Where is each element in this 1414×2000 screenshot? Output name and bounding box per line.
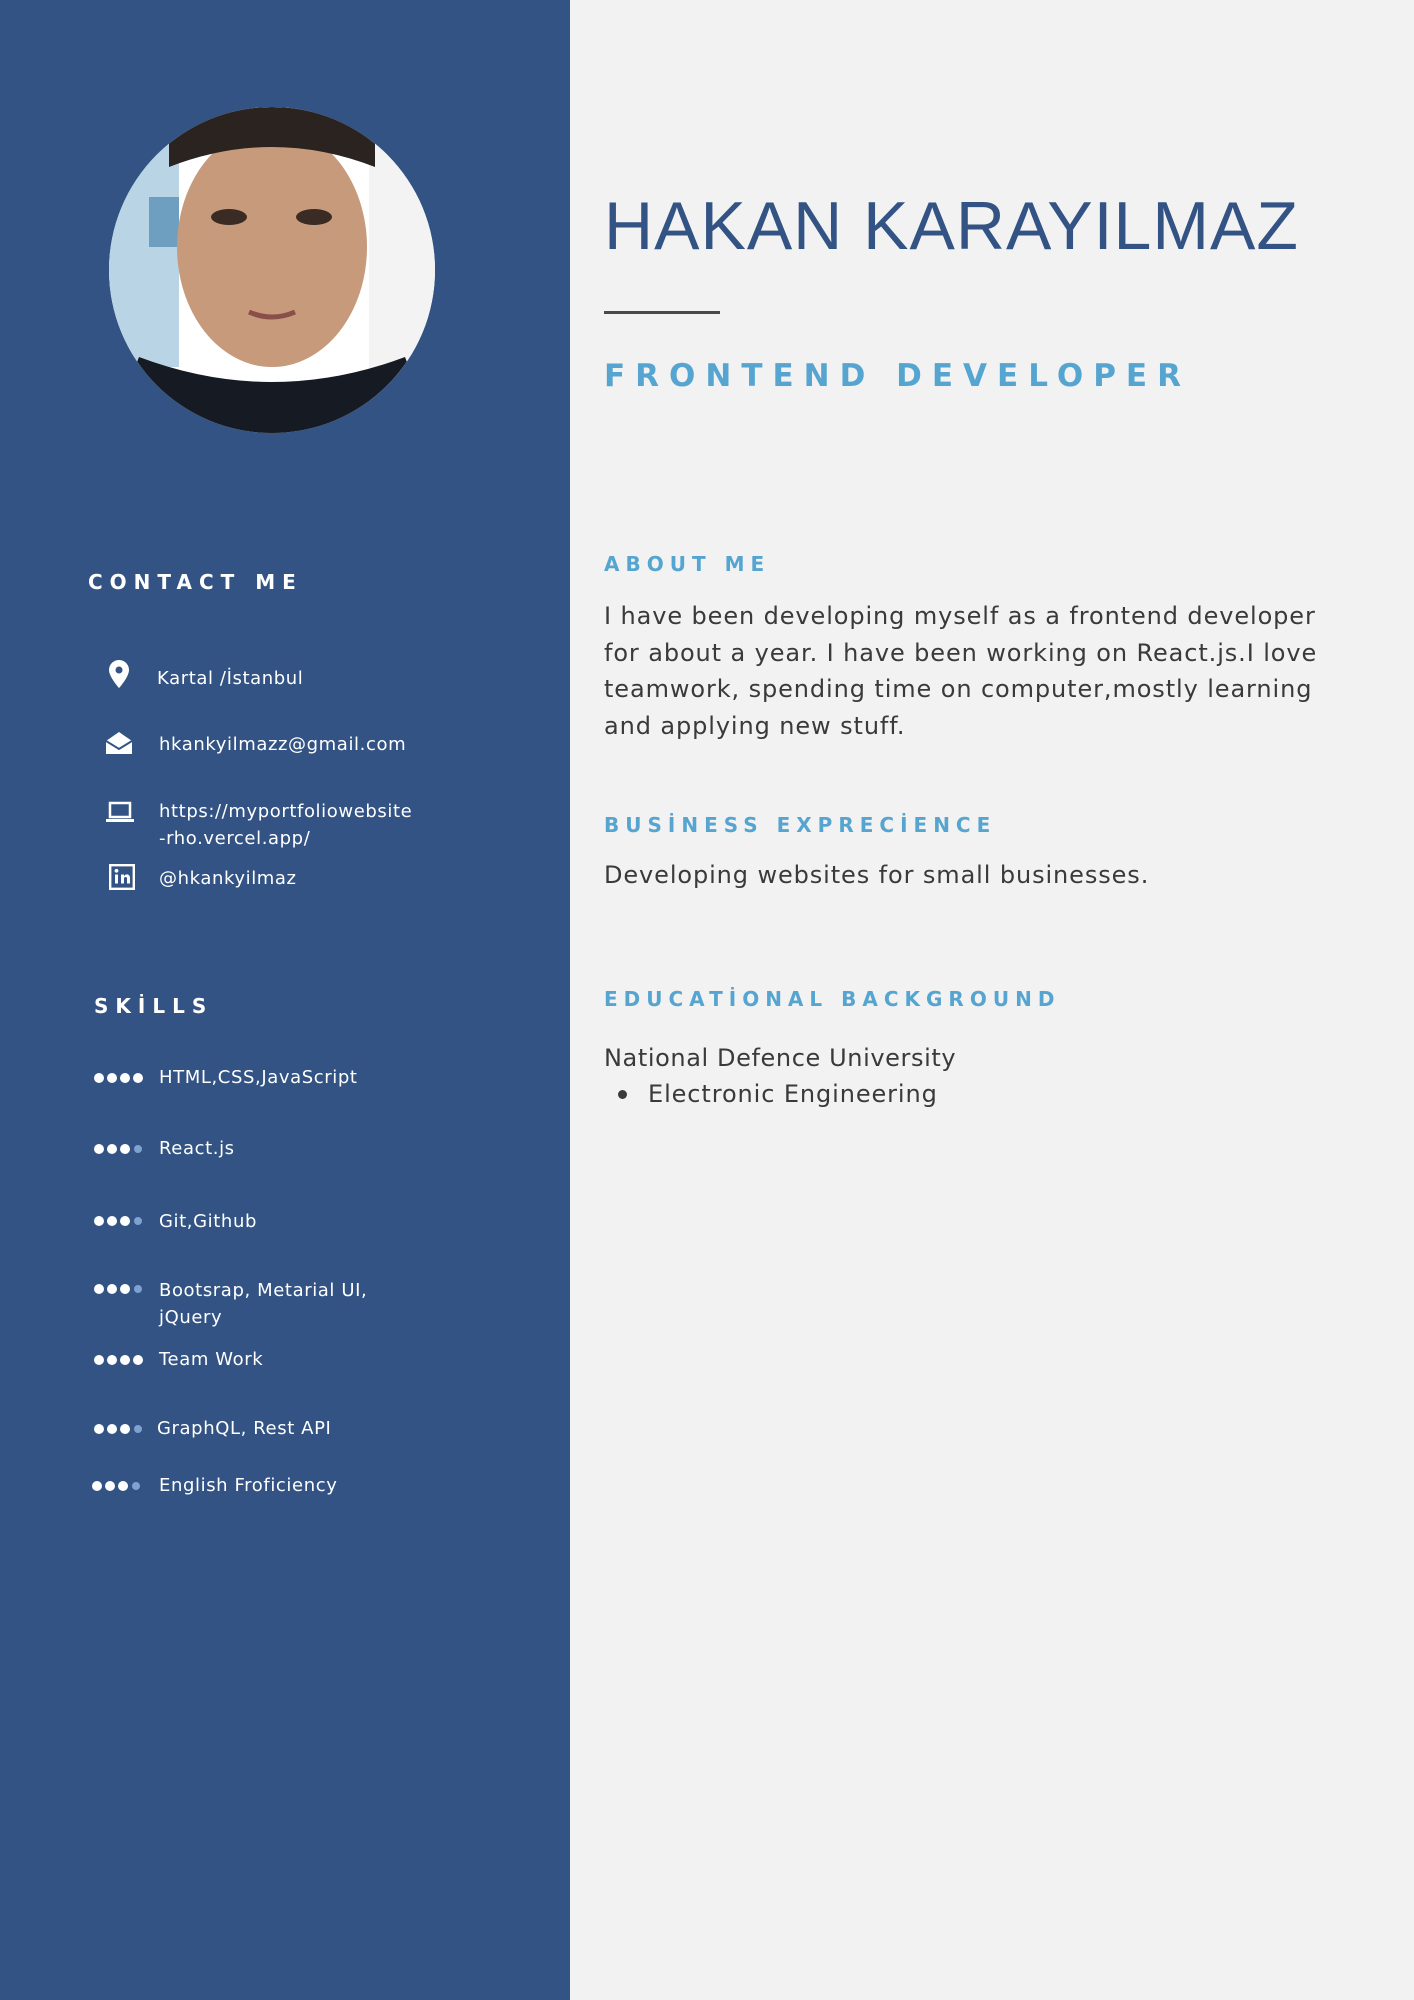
education-heading: EDUCATİONAL BACKGROUND: [604, 987, 1061, 1011]
contact-email[interactable]: hkankyilmazz@gmail.com: [159, 731, 406, 758]
education-item: Electronic Engineering: [604, 1076, 938, 1112]
skill-dot: [107, 1073, 117, 1083]
skill-dot-empty: [134, 1145, 142, 1153]
skill-label: English Froficiency: [159, 1475, 338, 1496]
skill-dot: [94, 1424, 104, 1434]
skill-dot: [120, 1284, 130, 1294]
skill-dot-empty: [132, 1482, 140, 1490]
skill-dot: [105, 1481, 115, 1491]
about-line: I have been developing myself as a front…: [604, 602, 1316, 630]
name-divider: [604, 311, 720, 314]
profile-photo: [109, 107, 435, 433]
contact-website-line2: -rho.vercel.app/: [159, 828, 311, 849]
skill-label: Git,Github: [159, 1211, 257, 1232]
skill-dot: [107, 1355, 117, 1365]
skill-dot: [120, 1216, 130, 1226]
skill-level-dots: [94, 1354, 143, 1366]
about-line: teamwork, spending time on computer,most…: [604, 675, 1313, 703]
business-heading: BUSİNESS EXPRECİENCE: [604, 813, 997, 837]
skill-dot: [94, 1073, 104, 1083]
job-title: FRONTEND DEVELOPER: [604, 358, 1191, 394]
map-pin-icon: [104, 659, 134, 689]
skill-dot: [94, 1216, 104, 1226]
contact-location: Kartal /İstanbul: [157, 668, 304, 689]
skill-dot: [133, 1073, 143, 1083]
skill-level-dots: [94, 1283, 142, 1295]
skill-level-dots: [94, 1215, 142, 1227]
contact-website[interactable]: https://myportfoliowebsite -rho.vercel.a…: [159, 798, 412, 852]
education-list: Electronic Engineering: [604, 1076, 938, 1112]
skill-dot: [120, 1144, 130, 1154]
skill-label: React.js: [159, 1138, 235, 1159]
profile-photo-image: [109, 107, 435, 433]
skill-label: Team Work: [159, 1349, 264, 1370]
skill-dot: [120, 1073, 130, 1083]
about-heading: ABOUT ME: [604, 552, 771, 576]
about-line: and applying new stuff.: [604, 711, 906, 740]
skill-label: HTML,CSS,JavaScript: [159, 1067, 358, 1088]
skill-dot: [120, 1424, 130, 1434]
skill-dot: [107, 1216, 117, 1226]
skill-dot: [120, 1355, 130, 1365]
skill-label: GraphQL, Rest API: [157, 1418, 332, 1439]
skill-level-dots: [92, 1480, 140, 1492]
skills-heading: SKİLLS: [94, 994, 214, 1018]
business-text: Developing websites for small businesses…: [604, 861, 1150, 889]
skill-level-dots: [94, 1143, 142, 1155]
skill-dot: [133, 1355, 143, 1365]
contact-heading: CONTACT ME: [88, 570, 303, 594]
skill-dot: [107, 1144, 117, 1154]
skill-dot: [94, 1144, 104, 1154]
skill-dot: [94, 1355, 104, 1365]
skill-dot-empty: [134, 1425, 142, 1433]
skill-level-dots: [94, 1072, 143, 1084]
education-school: National Defence University: [604, 1044, 957, 1072]
skill-dot: [92, 1481, 102, 1491]
skill-dot: [118, 1481, 128, 1491]
about-text: I have been developing myself as a front…: [604, 598, 1344, 744]
sidebar: CONTACT ME Kartal /İstanbul hkankyilmazz…: [0, 0, 570, 2000]
skill-label-line2: jQuery: [159, 1307, 223, 1328]
skill-dot: [107, 1424, 117, 1434]
skill-dot: [107, 1284, 117, 1294]
about-line: for about a year. I have been working on…: [604, 638, 1318, 667]
skill-level-dots: [94, 1423, 142, 1435]
contact-website-line1: https://myportfoliowebsite: [159, 801, 413, 822]
skill-label-line1: Bootsrap, Metarial UI,: [159, 1280, 368, 1301]
bullet-icon: [618, 1090, 627, 1099]
laptop-icon: [105, 797, 135, 827]
linkedin-icon: [107, 862, 137, 892]
contact-linkedin[interactable]: @hkankyilmaz: [159, 865, 297, 892]
envelope-icon: [104, 728, 134, 758]
skill-dot-empty: [134, 1217, 142, 1225]
skill-dot: [94, 1284, 104, 1294]
full-name: HAKAN KARAYILMAZ: [604, 188, 1299, 264]
skill-label: Bootsrap, Metarial UI, jQuery: [159, 1277, 367, 1331]
education-item-text: Electronic Engineering: [648, 1080, 938, 1108]
skill-dot-empty: [134, 1285, 142, 1293]
